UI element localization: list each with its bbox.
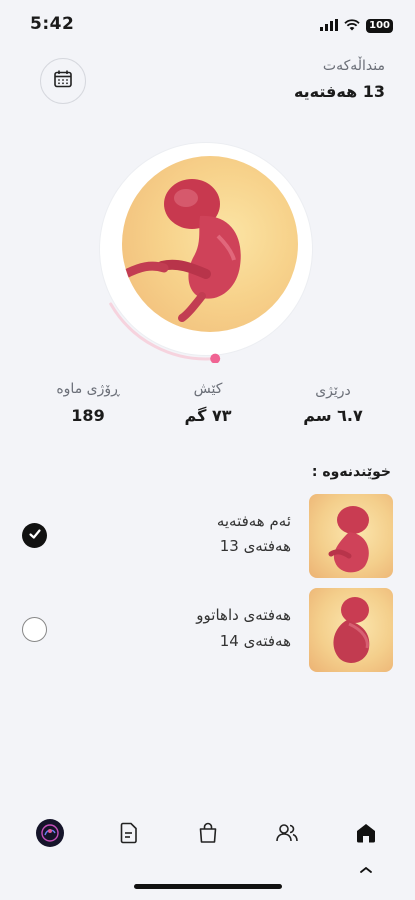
nav-home[interactable] [349, 818, 383, 852]
reading-thumbnail-this-week[interactable] [309, 494, 393, 578]
stat-value-days-left: 189 [71, 406, 105, 425]
home-icon [354, 821, 378, 849]
shopping-bag-icon [196, 821, 220, 849]
nav-profile[interactable] [33, 818, 67, 852]
nav-notes[interactable] [112, 818, 146, 852]
fetus-image [122, 156, 298, 332]
home-indicator [134, 884, 282, 889]
readings-title: خوێندنەوە : [311, 464, 391, 480]
avatar [35, 818, 65, 852]
reading-checkbox-this-week[interactable] [22, 523, 47, 548]
stat-value-weight: ٧٣ گم [184, 406, 232, 425]
reading-subtitle-next-week: هەفتەی 14 [219, 632, 291, 650]
stat-label-weight: کێش [193, 381, 223, 397]
nav-shop[interactable] [191, 818, 225, 852]
stat-label-length: درێژی [315, 383, 351, 399]
stat-value-length: ٦.٧ سم [303, 406, 363, 425]
users-icon [274, 821, 300, 849]
current-week: 13 هەفتەیە [293, 82, 385, 101]
reading-title-this-week[interactable]: ئەم هەفتەیە [217, 512, 291, 530]
battery-icon: 100 [366, 18, 393, 33]
reading-title-next-week[interactable]: هەفتەی داهاتوو [196, 606, 291, 624]
header-label: منداڵەکەت [322, 58, 385, 74]
checkmark-icon [28, 526, 42, 545]
status-time: 5:42 [30, 14, 75, 34]
reading-checkbox-next-week[interactable] [22, 617, 47, 642]
status-icons: 100 [320, 16, 393, 35]
reading-subtitle-this-week: هەفتەی 13 [219, 537, 291, 555]
document-icon [117, 821, 141, 849]
calendar-icon [53, 69, 73, 93]
signal-icon [320, 16, 339, 35]
nav-active-indicator [360, 858, 372, 877]
nav-community[interactable] [270, 818, 304, 852]
stat-label-days-left: ڕۆژی ماوە [56, 381, 120, 397]
wifi-icon [344, 16, 360, 35]
reading-thumbnail-next-week[interactable] [309, 588, 393, 672]
calendar-button[interactable] [40, 58, 86, 104]
